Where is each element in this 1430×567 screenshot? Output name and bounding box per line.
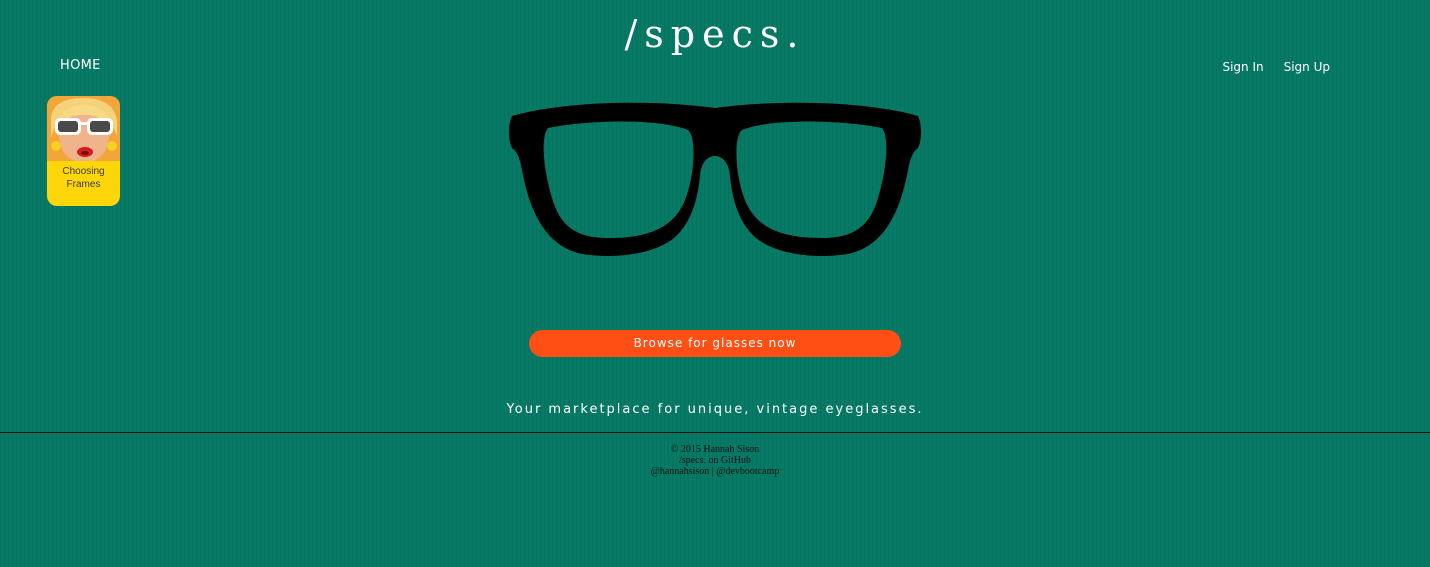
footer-twitter-link[interactable]: @hannahsison (651, 466, 710, 477)
card-label: Choosing Frames (62, 166, 105, 190)
woman-sunglasses-image (47, 96, 120, 161)
eyeglasses-icon (509, 102, 921, 256)
footer-social-links: @hannahsison | @devbootcamp (0, 466, 1430, 477)
footer-divider (0, 432, 1430, 433)
footer-github-link[interactable]: /specs. on GitHub (679, 455, 751, 466)
footer-copyright: © 2015 Hannah Sison (670, 444, 760, 455)
footer-bootcamp-link[interactable]: @devbootcamp (716, 466, 779, 477)
sign-in-link[interactable]: Sign In (1222, 60, 1263, 74)
sign-up-link[interactable]: Sign Up (1284, 60, 1330, 74)
site-title: /specs. (624, 12, 806, 56)
footer: © 2015 Hannah Sison /specs. on GitHub @h… (0, 444, 1430, 477)
choosing-frames-card[interactable]: Choosing Frames (47, 96, 120, 206)
nav-home-link[interactable]: HOME (60, 58, 101, 73)
tagline: Your marketplace for unique, vintage eye… (506, 402, 924, 417)
auth-nav: Sign In Sign Up (1222, 60, 1330, 74)
browse-glasses-button[interactable]: Browse for glasses now (529, 330, 901, 357)
